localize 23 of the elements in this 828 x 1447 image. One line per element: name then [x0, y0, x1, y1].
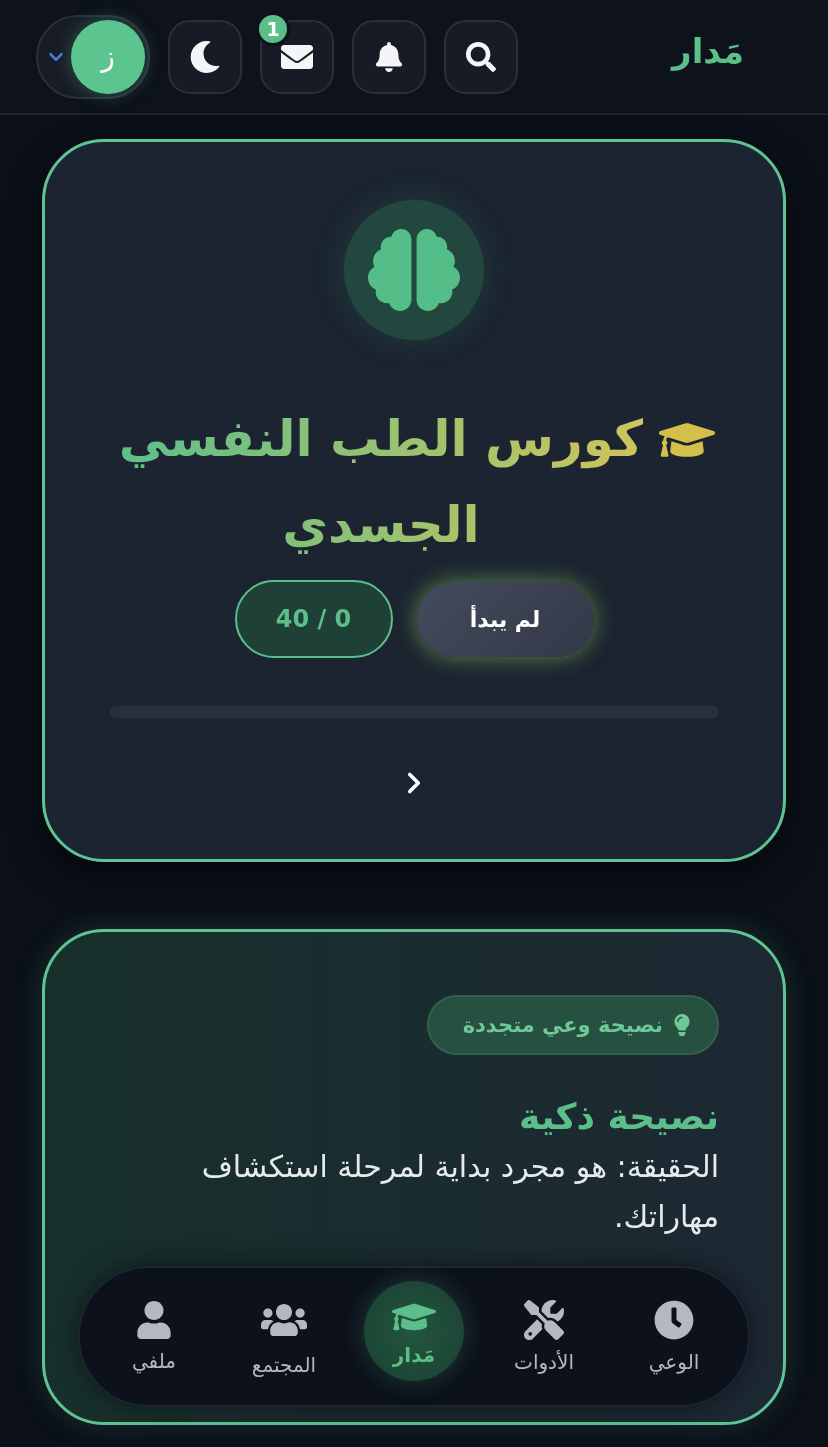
messages-button[interactable] — [260, 19, 334, 94]
tip-title: نصيحة ذكية — [519, 1095, 719, 1139]
clock-icon — [654, 1299, 694, 1340]
user-icon — [135, 1300, 173, 1339]
status-badge: لم يبدأ — [416, 581, 594, 657]
search-button[interactable] — [444, 19, 518, 94]
nav-item[interactable]: الوعي — [614, 1288, 734, 1385]
tag-text: نصيحة وعي متجددة — [462, 1013, 663, 1037]
moon-icon — [189, 40, 221, 73]
bell-icon — [374, 41, 404, 72]
nav-item[interactable]: مَدار — [364, 1280, 464, 1381]
lesson-count: 40 / 0 — [234, 580, 393, 658]
lightbulb-icon — [671, 1014, 693, 1036]
nav-item[interactable]: المجتمع — [224, 1288, 344, 1385]
avatar: ز — [71, 19, 145, 94]
tools-icon — [524, 1299, 564, 1340]
notifications-button[interactable] — [352, 19, 426, 94]
app-logo: مَدار — [672, 30, 744, 71]
theme-toggle-button[interactable] — [168, 19, 242, 94]
nav-item[interactable]: ملفي — [94, 1288, 214, 1385]
search-icon — [466, 41, 496, 72]
tip-text: الحقيقة: هو مجرد بداية لمرحلة استكشاف مهاراتك. — [200, 1148, 719, 1237]
nav-item[interactable]: الأدوات — [484, 1288, 604, 1385]
